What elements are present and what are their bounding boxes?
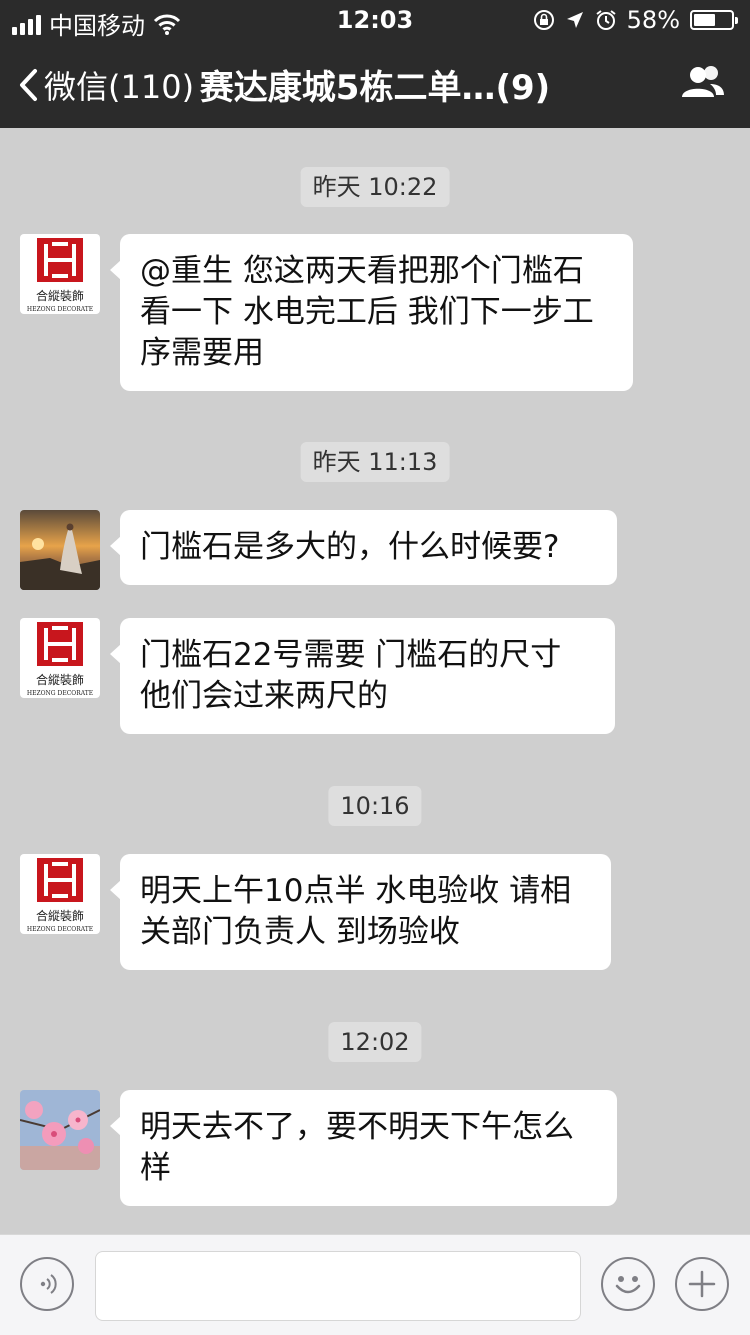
svg-text:HEZONG DECORATE: HEZONG DECORATE — [27, 306, 93, 313]
hezong-logo-icon: 合縱裝飾 HEZONG DECORATE — [20, 234, 100, 314]
battery-percent: 58% — [626, 6, 680, 34]
timestamp: 10:16 — [328, 786, 422, 826]
message-bubble[interactable]: 明天上午10点半 水电验收 请相关部门负责人 到场验收 — [110, 854, 611, 970]
message-list[interactable]: 昨天 10:22 合縱裝飾 HEZONG DECORATE @重生 您这两天看把… — [0, 128, 750, 1234]
emoji-button[interactable] — [601, 1257, 655, 1311]
message-bubble[interactable]: 门槛石22号需要 门槛石的尺寸 他们会过来两尺的 — [110, 618, 615, 734]
battery-icon — [690, 10, 738, 30]
message-input[interactable] — [95, 1251, 581, 1321]
chat-title: 赛达康城5栋二单…(9) — [199, 68, 551, 108]
hezong-logo-icon: 合縱裝飾 HEZONG DECORATE — [20, 618, 100, 698]
svg-text:HEZONG DECORATE: HEZONG DECORATE — [27, 926, 93, 933]
blossom-photo-icon — [20, 1090, 100, 1170]
rotation-lock-icon — [533, 10, 554, 30]
group-members-button[interactable] — [680, 64, 726, 104]
svg-text:HEZONG DECORATE: HEZONG DECORATE — [27, 690, 93, 697]
sunset-photo-icon — [20, 510, 100, 590]
input-bar — [0, 1234, 750, 1335]
more-button[interactable] — [675, 1257, 729, 1311]
timestamp: 昨天 11:13 — [300, 442, 450, 482]
avatar-hezong[interactable]: 合縱裝飾 HEZONG DECORATE — [20, 234, 100, 314]
avatar-sunset[interactable] — [20, 510, 100, 590]
smiley-icon — [615, 1276, 641, 1294]
svg-text:合縱裝飾: 合縱裝飾 — [36, 288, 84, 303]
people-icon — [682, 66, 724, 97]
plus-icon — [688, 1270, 716, 1298]
voice-icon — [40, 1274, 57, 1294]
location-icon — [566, 12, 583, 28]
avatar-hezong[interactable]: 合縱裝飾 HEZONG DECORATE — [20, 854, 100, 934]
status-bar: 中国移动 12:03 58% — [0, 0, 750, 40]
avatar-blossom[interactable] — [20, 1090, 100, 1170]
alarm-icon — [596, 10, 616, 30]
svg-text:合縱裝飾: 合縱裝飾 — [36, 908, 84, 923]
message-bubble[interactable]: @重生 您这两天看把那个门槛石看一下 水电完工后 我们下一步工序需要用 — [110, 234, 633, 391]
svg-text:合縱裝飾: 合縱裝飾 — [36, 672, 84, 687]
avatar-hezong[interactable]: 合縱裝飾 HEZONG DECORATE — [20, 618, 100, 698]
message-bubble[interactable]: 明天去不了，要不明天下午怎么样 — [110, 1090, 617, 1206]
voice-button[interactable] — [20, 1257, 74, 1311]
hezong-logo-icon: 合縱裝飾 HEZONG DECORATE — [20, 854, 100, 934]
timestamp: 昨天 10:22 — [300, 167, 450, 207]
message-bubble[interactable]: 门槛石是多大的，什么时候要? — [110, 510, 617, 585]
nav-bar: 微信(110) 赛达康城5栋二单…(9) — [0, 40, 750, 128]
timestamp: 12:02 — [328, 1022, 422, 1062]
